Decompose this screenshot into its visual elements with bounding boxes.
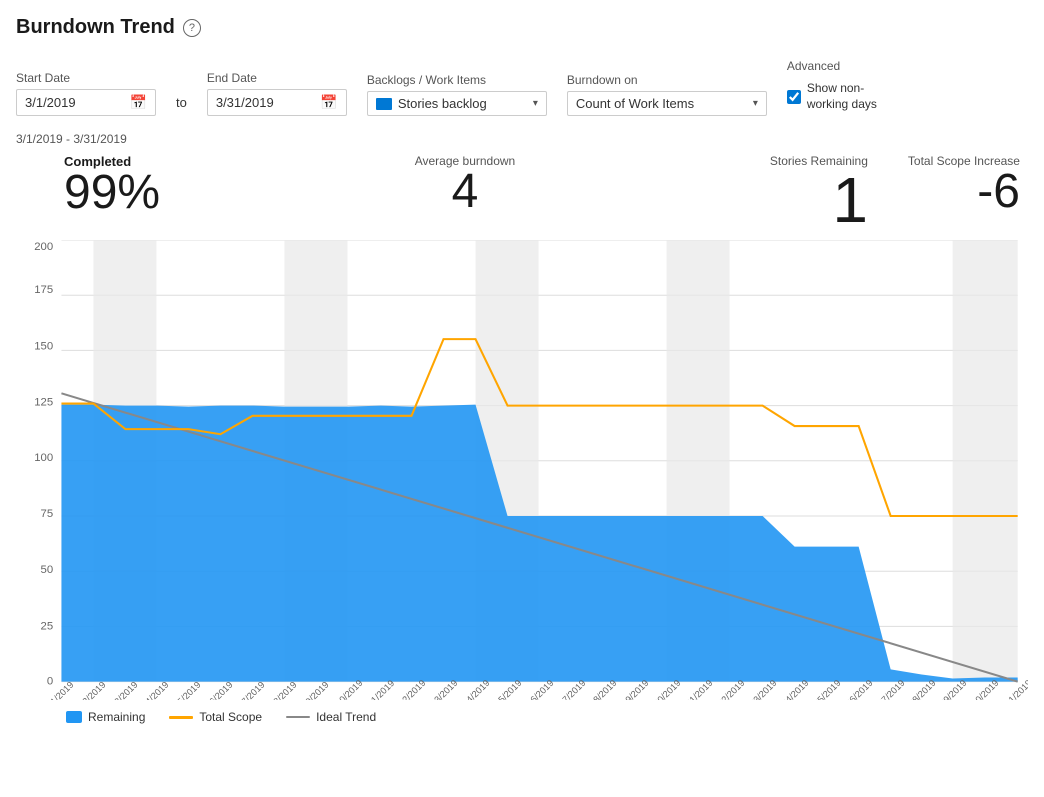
avg-burndown-block: Average burndown 4 [415,154,516,216]
svg-text:200: 200 [34,241,53,253]
backlogs-label: Backlogs / Work Items [367,73,547,87]
show-nonworking-wrap: Show non-working days [787,77,897,116]
svg-text:3/8/2019: 3/8/2019 [266,680,299,700]
svg-text:3/2/2019: 3/2/2019 [75,680,108,700]
stories-remaining-block: Stories Remaining 1 [770,154,868,232]
svg-text:3/7/2019: 3/7/2019 [234,680,267,700]
completed-block: Completed 99% [64,154,160,217]
svg-text:150: 150 [34,341,53,353]
page-header: Burndown Trend ? [16,16,1028,39]
remaining-area [61,405,1017,682]
end-date-group: End Date 3/31/2019 📅 [207,71,347,116]
completed-value: 99% [64,169,160,217]
to-separator: to [176,95,187,116]
advanced-label: Advanced [787,59,897,73]
svg-text:3/6/2019: 3/6/2019 [202,680,235,700]
total-scope-value: -6 [908,168,1020,216]
svg-text:25: 25 [41,621,54,633]
avg-burndown-value: 4 [452,165,479,218]
burndown-chart: 0 25 50 75 100 125 150 175 200 [16,240,1028,700]
total-scope-legend-label: Total Scope [199,710,262,724]
svg-text:125: 125 [34,397,53,409]
chart-container: 0 25 50 75 100 125 150 175 200 [16,240,1028,700]
remaining-swatch [66,711,82,723]
controls-row: Start Date 3/1/2019 📅 to End Date 3/31/2… [16,59,1028,116]
help-icon[interactable]: ? [183,19,201,37]
backlogs-chevron-icon: ▾ [533,98,538,109]
svg-text:175: 175 [34,284,53,296]
chart-legend: Remaining Total Scope Ideal Trend [16,710,1028,724]
advanced-group: Advanced Show non-working days [787,59,897,116]
start-date-input[interactable]: 3/1/2019 📅 [16,89,156,116]
svg-text:0: 0 [47,676,53,688]
legend-remaining: Remaining [66,710,145,724]
svg-text:50: 50 [41,564,54,576]
show-nonworking-checkbox[interactable] [787,90,801,104]
legend-ideal-trend: Ideal Trend [286,710,376,724]
burndown-group: Burndown on Count of Work Items ▾ [567,73,767,116]
svg-text:3/4/2019: 3/4/2019 [138,680,171,700]
svg-text:75: 75 [41,508,54,520]
start-date-group: Start Date 3/1/2019 📅 [16,71,156,116]
legend-total-scope: Total Scope [169,710,262,724]
total-scope-block: Total Scope Increase -6 [908,154,1020,216]
svg-text:3/5/2019: 3/5/2019 [170,680,203,700]
svg-text:3/3/2019: 3/3/2019 [107,680,140,700]
end-date-label: End Date [207,71,347,85]
svg-text:100: 100 [34,452,53,464]
weekend-band-5 [953,240,1018,682]
stories-remaining-value: 1 [770,168,868,232]
backlog-icon [376,98,392,110]
page-title: Burndown Trend [16,16,175,39]
backlogs-dropdown[interactable]: Stories backlog ▾ [367,91,547,116]
remaining-label: Remaining [88,710,145,724]
total-scope-swatch [169,716,193,719]
burndown-dropdown[interactable]: Count of Work Items ▾ [567,91,767,116]
backlogs-group: Backlogs / Work Items Stories backlog ▾ [367,73,547,116]
chart-area: 3/1/2019 - 3/31/2019 Completed 99% Avera… [16,132,1028,724]
burndown-label: Burndown on [567,73,767,87]
start-date-value: 3/1/2019 [25,95,124,110]
calendar-icon-end: 📅 [320,94,337,111]
start-date-label: Start Date [16,71,156,85]
burndown-value: Count of Work Items [576,96,747,111]
ideal-trend-swatch [286,716,310,718]
ideal-trend-legend-label: Ideal Trend [316,710,376,724]
calendar-icon-start: 📅 [130,94,147,111]
show-nonworking-label: Show non-working days [807,81,897,112]
svg-text:3/9/2019: 3/9/2019 [298,680,331,700]
end-date-value: 3/31/2019 [216,95,315,110]
backlogs-value: Stories backlog [398,96,527,111]
end-date-input[interactable]: 3/31/2019 📅 [207,89,347,116]
date-range-label: 3/1/2019 - 3/31/2019 [16,132,1028,146]
burndown-chevron-icon: ▾ [753,98,758,109]
